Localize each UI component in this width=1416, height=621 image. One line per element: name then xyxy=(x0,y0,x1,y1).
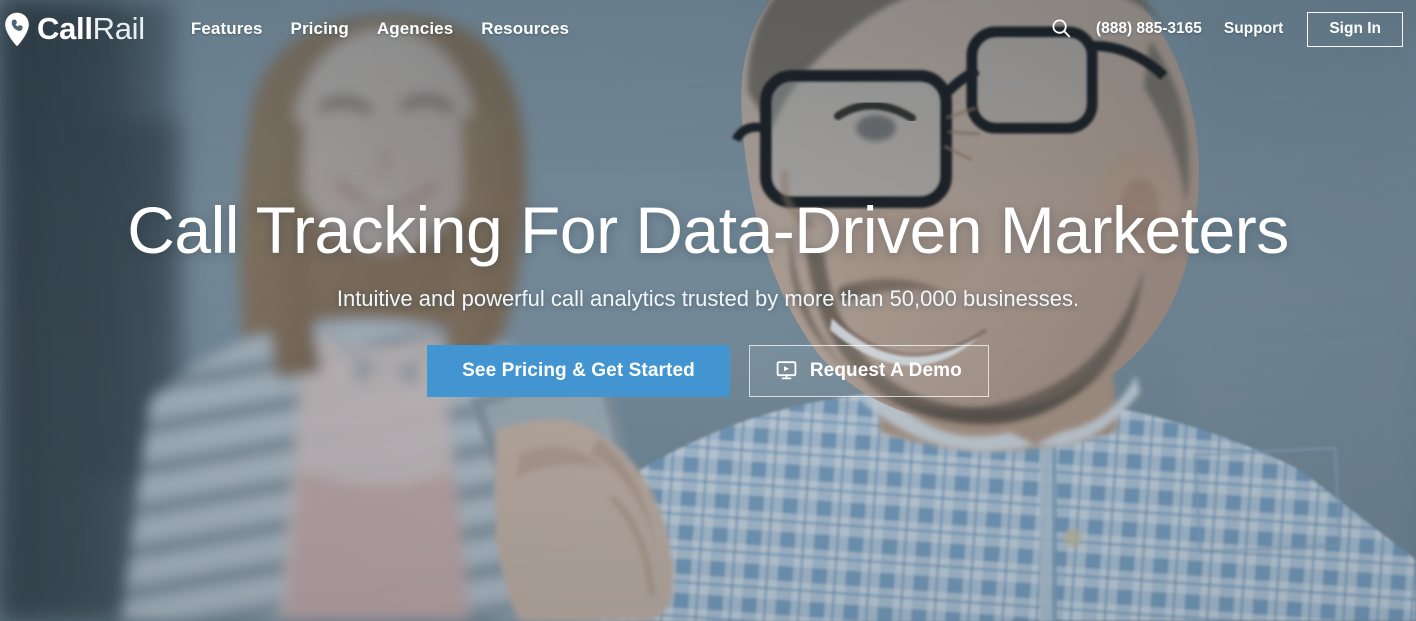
map-pin-phone-icon xyxy=(4,12,30,46)
request-demo-button[interactable]: Request A Demo xyxy=(748,344,989,397)
brand-name-light: Rail xyxy=(92,10,146,46)
hero-section: CallRail Features Pricing Agencies Resou… xyxy=(0,0,1416,621)
hero-subheadline: Intuitive and powerful call analytics tr… xyxy=(336,286,1080,312)
main-navigation: CallRail Features Pricing Agencies Resou… xyxy=(0,0,1416,58)
nav-item-agencies[interactable]: Agencies xyxy=(377,19,453,39)
hero-headline: Call Tracking For Data-Driven Marketers xyxy=(127,193,1289,267)
sign-in-button[interactable]: Sign In xyxy=(1307,11,1403,47)
brand-wordmark: CallRail xyxy=(37,13,145,46)
nav-item-pricing[interactable]: Pricing xyxy=(291,19,349,39)
request-demo-label: Request A Demo xyxy=(809,359,962,381)
brand-name-bold: Call xyxy=(37,10,93,46)
brand-logo-link[interactable]: CallRail xyxy=(4,0,145,58)
nav-item-resources[interactable]: Resources xyxy=(481,19,569,39)
hero-cta-group: See Pricing & Get Started Request A Demo xyxy=(20,344,1396,397)
support-link[interactable]: Support xyxy=(1224,20,1283,38)
search-button[interactable] xyxy=(1048,16,1074,42)
search-icon xyxy=(1051,18,1071,41)
nav-utility-group: (888) 885-3165 Support Sign In xyxy=(1048,11,1403,47)
nav-links: Features Pricing Agencies Resources xyxy=(191,19,569,39)
nav-item-features[interactable]: Features xyxy=(191,19,263,39)
monitor-presentation-icon xyxy=(776,360,797,381)
phone-number-link[interactable]: (888) 885-3165 xyxy=(1096,20,1202,38)
hero-content: Call Tracking For Data-Driven Marketers … xyxy=(0,193,1416,397)
see-pricing-button[interactable]: See Pricing & Get Started xyxy=(427,344,730,397)
